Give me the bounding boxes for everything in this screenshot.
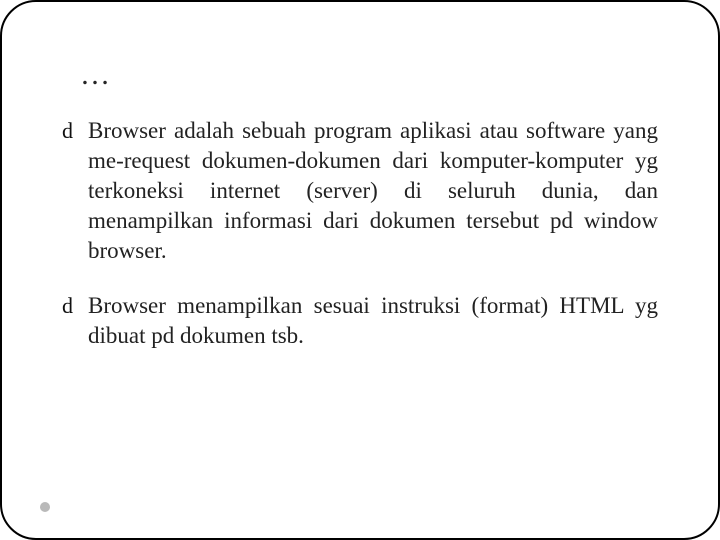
bullet-item: d Browser menampilkan sesuai instruksi (… (62, 291, 658, 351)
bullet-item: d Browser adalah sebuah program aplikasi… (62, 116, 658, 265)
bullet-text: Browser menampilkan sesuai instruksi (fo… (88, 291, 658, 351)
flourish-icon: d (62, 116, 86, 146)
bullet-text: Browser adalah sebuah program aplikasi a… (88, 116, 658, 265)
slide-title: … (80, 58, 658, 92)
flourish-icon: d (62, 291, 86, 321)
footer-dot-icon (40, 502, 50, 512)
slide-frame: … d Browser adalah sebuah program aplika… (0, 0, 720, 540)
